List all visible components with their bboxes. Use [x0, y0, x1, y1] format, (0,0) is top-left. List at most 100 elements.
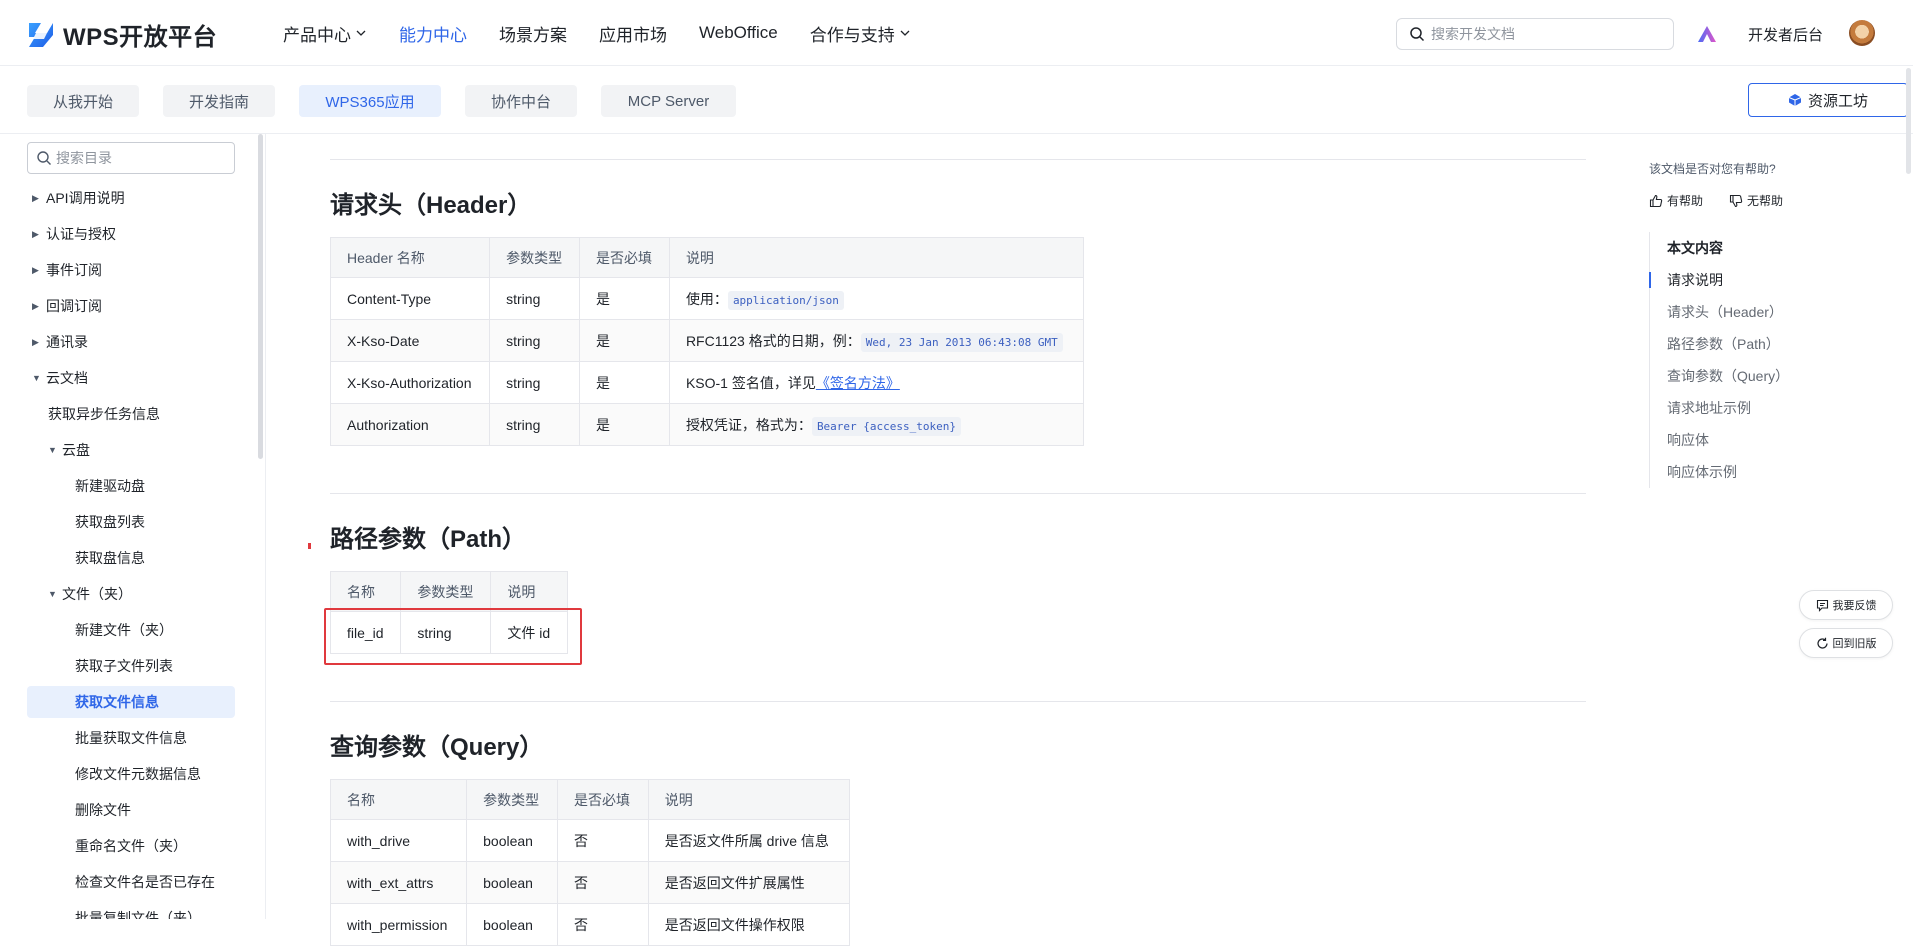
table-row: X-Kso-Date string 是 RFC1123 格式的日期，例： Wed, 23… — [329, 319, 1085, 362]
wps-logo[interactable]: WPS开放平台 — [25, 17, 217, 52]
divider — [330, 159, 1586, 160]
sidebar-item-label: 云文档 — [46, 370, 88, 386]
cell-desc: 是否返回文件操作权限 — [647, 903, 851, 946]
sidebar-item[interactable]: 删除文件 — [75, 794, 131, 826]
section-title-header: 请求头（Header） — [330, 192, 532, 219]
sidebar-item[interactable]: ▼ 文件（夹） — [48, 578, 132, 610]
cell-required: 否 — [556, 903, 649, 946]
sidebar-item[interactable]: 批量复制文件（夹） — [75, 902, 201, 919]
sidebar-item[interactable]: ▶ 认证与授权 — [32, 218, 116, 250]
sidebar-item[interactable]: 新建文件（夹） — [75, 614, 173, 646]
table-row: Authorization string 是授权凭证，格式为： Bearer {acc… — [329, 403, 1085, 446]
search-placeholder: 搜索开发文档 — [1431, 26, 1515, 42]
sidebar-item[interactable]: 获取子文件列表 — [75, 650, 173, 682]
ai-assistant-icon[interactable] — [1696, 24, 1718, 44]
cell-desc: 使用： application/json — [668, 277, 1085, 320]
column-header: 是否必填 — [556, 779, 649, 820]
right-panel: 该文档是否对您有帮助? 有帮助 无帮助 本文内容 请求说明 请求头（Header）… — [1649, 160, 1869, 488]
doc-content: 请求头（Header） Header 名称 参数类型 是否必填 说明 Content-T… — [329, 134, 1586, 946]
helpful-yes-button[interactable]: 有帮助 — [1649, 192, 1703, 209]
subnav-tab-collab[interactable]: 协作中台 — [465, 85, 577, 117]
sidebar-item-label: 删除文件 — [75, 802, 131, 818]
toc-item[interactable]: 查询参数（Query） — [1650, 360, 1859, 392]
feedback-label: 我要反馈 — [1832, 600, 1877, 612]
cell-name: X-Kso-Date — [329, 319, 491, 362]
table-of-contents: 本文内容 请求说明 请求头（Header） 路径参数（Path） 查询参数（Query… — [1649, 232, 1859, 488]
helpful-no-button[interactable]: 无帮助 — [1729, 192, 1783, 209]
caret-right-icon: ▶ — [32, 228, 39, 239]
cell-type: boolean — [466, 861, 558, 904]
nav-item-3[interactable]: 应用市场 — [599, 21, 667, 46]
divider — [330, 493, 1586, 494]
resource-workshop-button[interactable]: 资源工坊 — [1748, 83, 1908, 117]
sidebar-item[interactable]: 获取盘信息 — [75, 542, 145, 574]
nav-item-5[interactable]: 合作与支持 — [810, 21, 911, 46]
subnav-tab-dev-guide[interactable]: 开发指南 — [163, 85, 275, 117]
sidebar-item[interactable]: ▶ 回调订阅 — [32, 290, 102, 322]
table-header-row: Header 名称 参数类型 是否必填 说明 — [329, 237, 1085, 278]
sidebar-item[interactable]: 检查文件名是否已存在 — [75, 866, 215, 898]
sidebar-item[interactable]: ▼ 云盘 — [48, 434, 90, 466]
toc-item[interactable]: 响应体 — [1650, 424, 1859, 456]
feedback-button[interactable]: 我要反馈 — [1799, 590, 1893, 620]
nav-item-1[interactable]: 能力中心 — [399, 21, 467, 46]
cell-desc: 授权凭证，格式为： Bearer {access_token} — [668, 403, 1085, 446]
thumbs-up-icon — [1649, 194, 1663, 207]
search-icon — [1410, 27, 1425, 42]
section-title-query: 查询参数（Query） — [330, 734, 544, 761]
sidebar-item[interactable]: 新建驱动盘 — [75, 470, 145, 502]
old-version-button[interactable]: 回到旧版 — [1799, 628, 1893, 658]
sidebar-item[interactable]: ▼ 云文档 — [32, 362, 88, 394]
sidebar-item[interactable]: 获取异步任务信息 — [48, 398, 160, 430]
subnav-tab-mcp-server[interactable]: MCP Server — [601, 85, 736, 117]
cell-name: with_drive — [329, 819, 468, 862]
nav-item-4[interactable]: WebOffice — [699, 23, 778, 43]
sidebar-item[interactable]: ▶ 通讯录 — [32, 326, 88, 358]
column-header: 说明 — [647, 779, 851, 820]
cell-desc: KSO-1 签名值，详见《签名方法》 — [668, 361, 1085, 404]
chevron-down-icon — [356, 30, 366, 36]
sidebar-item-label: 新建驱动盘 — [75, 478, 145, 494]
developer-console-link[interactable]: 开发者后台 — [1748, 24, 1823, 45]
cell-name: Content-Type — [329, 277, 491, 320]
sidebar-item[interactable]: 获取盘列表 — [75, 506, 145, 538]
nav-item-label: 产品中心 — [283, 25, 351, 45]
old-version-label: 回到旧版 — [1832, 638, 1877, 650]
toc-item[interactable]: 响应体示例 — [1650, 456, 1859, 488]
cell-type: boolean — [466, 819, 558, 862]
nav-item-label: 能力中心 — [399, 25, 467, 45]
toc-item[interactable]: 路径参数（Path） — [1650, 328, 1859, 360]
cell-desc: 是否返文件所属 drive 信息 — [647, 819, 851, 862]
sidebar-item-label: 获取异步任务信息 — [48, 406, 160, 422]
message-icon — [1816, 599, 1828, 612]
cell-desc: RFC1123 格式的日期，例： Wed, 23 Jan 2013 06:43:0… — [668, 319, 1085, 362]
page-scrollbar[interactable] — [1906, 68, 1911, 174]
sidebar-item-label: 云盘 — [62, 442, 90, 458]
column-header: 名称 — [329, 571, 402, 612]
table-header-row: 名称 参数类型 说明 — [329, 571, 568, 612]
subnav-tab-start[interactable]: 从我开始 — [27, 85, 139, 117]
sidebar-item[interactable]: ▶ 事件订阅 — [32, 254, 102, 286]
sidebar-item[interactable]: ▶ API调用说明 — [32, 182, 125, 214]
toc-item[interactable]: 请求说明 — [1649, 264, 1859, 296]
sidebar-item[interactable]: 批量获取文件信息 — [75, 722, 187, 754]
nav-item-0[interactable]: 产品中心 — [283, 21, 367, 46]
sidebar-item-label: 批量复制文件（夹） — [75, 910, 201, 919]
chevron-down-icon — [900, 30, 910, 36]
subnav-tab-wps365[interactable]: WPS365应用 — [299, 85, 441, 117]
table-row: Content-Type string 是使用： application/json — [329, 277, 1085, 320]
nav-item-label: 合作与支持 — [809, 25, 895, 45]
column-header: 说明 — [668, 237, 1085, 278]
sidebar-item[interactable]: 获取文件信息 — [27, 686, 235, 718]
doc-search-input[interactable]: 搜索开发文档 — [1396, 18, 1674, 50]
toc-item[interactable]: 请求地址示例 — [1650, 392, 1859, 424]
avatar[interactable] — [1849, 20, 1875, 46]
desc-text: 使用： — [685, 290, 728, 307]
signature-method-link[interactable]: 《签名方法》 — [816, 375, 900, 391]
sidebar-item[interactable]: 重命名文件（夹） — [75, 830, 187, 862]
catalog-search-input[interactable]: 搜索目录 — [27, 142, 235, 174]
sidebar-item[interactable]: 修改文件元数据信息 — [75, 758, 201, 790]
sidebar-scrollbar[interactable] — [258, 134, 263, 459]
toc-item[interactable]: 请求头（Header） — [1650, 296, 1859, 328]
nav-item-2[interactable]: 场景方案 — [499, 21, 567, 46]
